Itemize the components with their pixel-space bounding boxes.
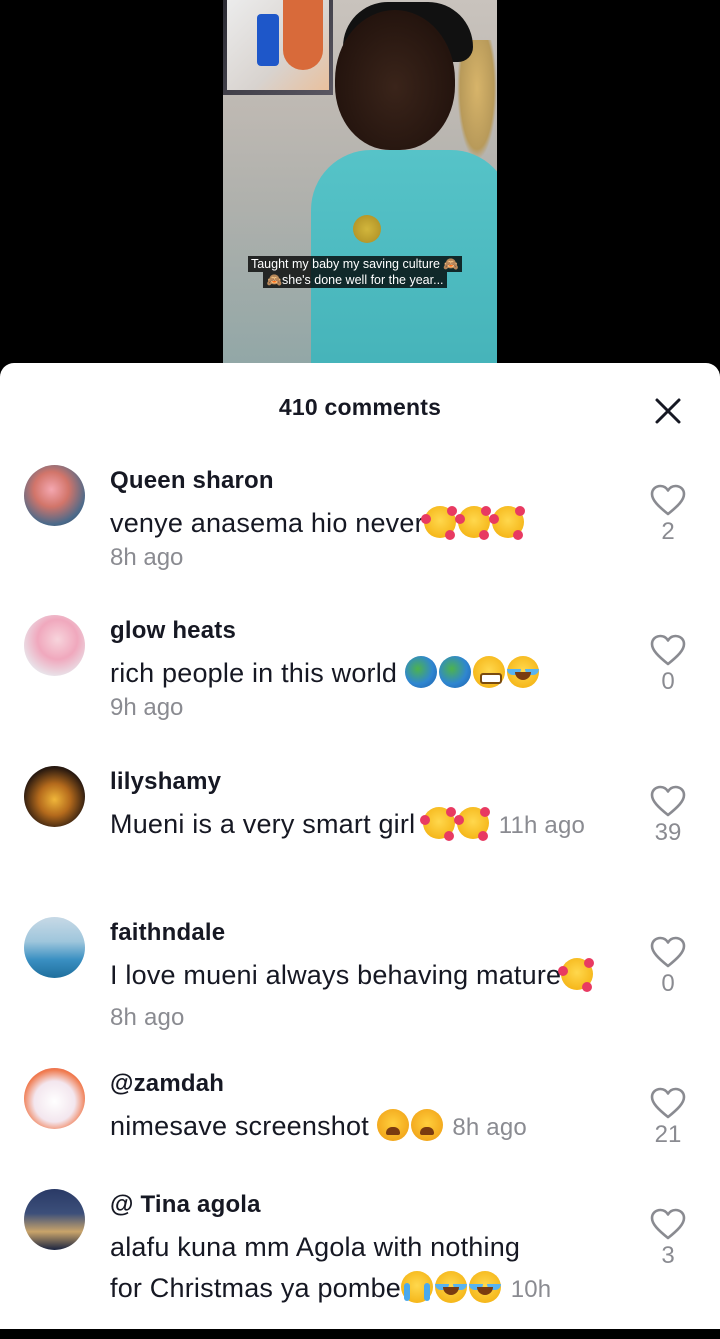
video-frame xyxy=(223,0,497,380)
comment-timestamp: 11h ago xyxy=(498,812,586,839)
like-button[interactable]: 0 xyxy=(648,936,688,998)
like-count: 3 xyxy=(661,1242,675,1269)
comment-list: Queen sharon venye anasema hio never 8h … xyxy=(0,455,720,1339)
caption-line-1: Taught my baby my saving culture 🙈 xyxy=(247,256,462,272)
like-button[interactable]: 0 xyxy=(648,634,688,696)
smiling-face-with-hearts-emoji xyxy=(453,807,489,839)
like-button[interactable]: 21 xyxy=(648,1087,688,1149)
comment-timestamp: 8h ago xyxy=(452,1114,527,1141)
heart-outline-icon xyxy=(650,936,686,968)
comment-text: Mueni is a very smart girl 11h ago xyxy=(110,807,586,839)
comment-body: faithndale I love mueni always behaving … xyxy=(110,917,620,1038)
caption-line-2: 🙈she's done well for the year... xyxy=(263,272,447,288)
comment-body: @zamdah nimesave screenshot 8h ago xyxy=(110,1068,620,1148)
comment-item: glow heats rich people in this world 9h … xyxy=(0,605,720,756)
close-icon xyxy=(655,398,681,424)
comment-username[interactable]: glow heats xyxy=(110,615,620,647)
close-button[interactable] xyxy=(650,393,686,429)
comment-timestamp: 9h ago xyxy=(110,694,184,721)
like-count: 39 xyxy=(654,819,682,846)
heart-outline-icon xyxy=(650,1208,686,1240)
like-count: 21 xyxy=(654,1121,682,1148)
video-tv-background xyxy=(223,0,333,95)
like-count: 0 xyxy=(661,970,675,997)
avatar[interactable] xyxy=(24,465,85,526)
comment-text: alafu kuna mm Agola with nothing for Chr… xyxy=(110,1232,552,1303)
avatar[interactable] xyxy=(24,1189,85,1250)
comment-username[interactable]: @ Tina agola xyxy=(110,1189,620,1221)
comment-body: glow heats rich people in this world 9h … xyxy=(110,615,620,722)
comment-timestamp: 8h ago xyxy=(110,544,184,571)
comment-text: nimesave screenshot 8h ago xyxy=(110,1109,527,1141)
like-count: 2 xyxy=(661,518,675,545)
comment-text: I love mueni always behaving mature 8h a… xyxy=(110,955,620,1038)
comment-count: 410 comments xyxy=(278,394,442,420)
loudly-crying-face-emoji xyxy=(401,1271,433,1303)
comment-body: Queen sharon venye anasema hio never 8h … xyxy=(110,465,620,572)
tired-face-emoji xyxy=(410,1109,443,1141)
smiling-face-with-hearts-emoji xyxy=(488,506,524,538)
comment-item: @ Tina agola alafu kuna mm Agola with no… xyxy=(0,1179,720,1339)
comments-header: 410 comments xyxy=(0,363,720,455)
comment-item: faithndale I love mueni always behaving … xyxy=(0,907,720,1058)
video-player[interactable]: Taught my baby my saving culture 🙈 🙈she'… xyxy=(0,0,720,380)
smiling-face-with-hearts-emoji xyxy=(419,807,455,839)
like-count: 0 xyxy=(661,668,675,695)
tired-face-emoji xyxy=(376,1109,409,1141)
comment-username[interactable]: @zamdah xyxy=(110,1068,620,1100)
comment-body: lilyshamy Mueni is a very smart girl 11h… xyxy=(110,766,620,846)
comments-sheet: 410 comments Queen sharon venye anasema … xyxy=(0,363,720,1329)
face-with-tears-of-joy-emoji xyxy=(435,1271,467,1303)
face-with-tears-of-joy-emoji xyxy=(469,1271,501,1303)
comment-text: rich people in this world xyxy=(110,653,620,694)
comment-username[interactable]: faithndale xyxy=(110,917,620,949)
comment-text: venye anasema hio never xyxy=(110,503,620,544)
grinning-face-emoji xyxy=(472,656,505,688)
smiling-face-with-hearts-emoji xyxy=(558,958,594,990)
like-button[interactable]: 3 xyxy=(648,1208,688,1270)
video-caption: Taught my baby my saving culture 🙈 🙈she'… xyxy=(239,256,471,288)
comment-timestamp: 8h ago xyxy=(110,1004,185,1031)
comment-timestamp: 10h xyxy=(510,1276,552,1303)
comment-username[interactable]: Queen sharon xyxy=(110,465,620,497)
like-button[interactable]: 39 xyxy=(648,785,688,847)
heart-outline-icon xyxy=(650,785,686,817)
comment-item: @zamdah nimesave screenshot 8h ago 21 xyxy=(0,1058,720,1179)
like-button[interactable]: 2 xyxy=(648,484,688,546)
face-with-tears-of-joy-emoji xyxy=(506,656,539,688)
avatar[interactable] xyxy=(24,766,85,827)
smiling-face-with-hearts-emoji xyxy=(454,506,490,538)
heart-outline-icon xyxy=(650,484,686,516)
avatar[interactable] xyxy=(24,615,85,676)
comment-item: lilyshamy Mueni is a very smart girl 11h… xyxy=(0,756,720,907)
comment-item: Queen sharon venye anasema hio never 8h … xyxy=(0,455,720,605)
heart-outline-icon xyxy=(650,634,686,666)
comment-body: @ Tina agola alafu kuna mm Agola with no… xyxy=(110,1189,620,1310)
globe-americas-emoji xyxy=(438,656,471,688)
globe-americas-emoji xyxy=(404,656,437,688)
video-subject-head xyxy=(335,10,455,150)
smiling-face-with-hearts-emoji xyxy=(420,506,456,538)
avatar[interactable] xyxy=(24,1068,85,1129)
avatar[interactable] xyxy=(24,917,85,978)
heart-outline-icon xyxy=(650,1087,686,1119)
comment-username[interactable]: lilyshamy xyxy=(110,766,620,798)
